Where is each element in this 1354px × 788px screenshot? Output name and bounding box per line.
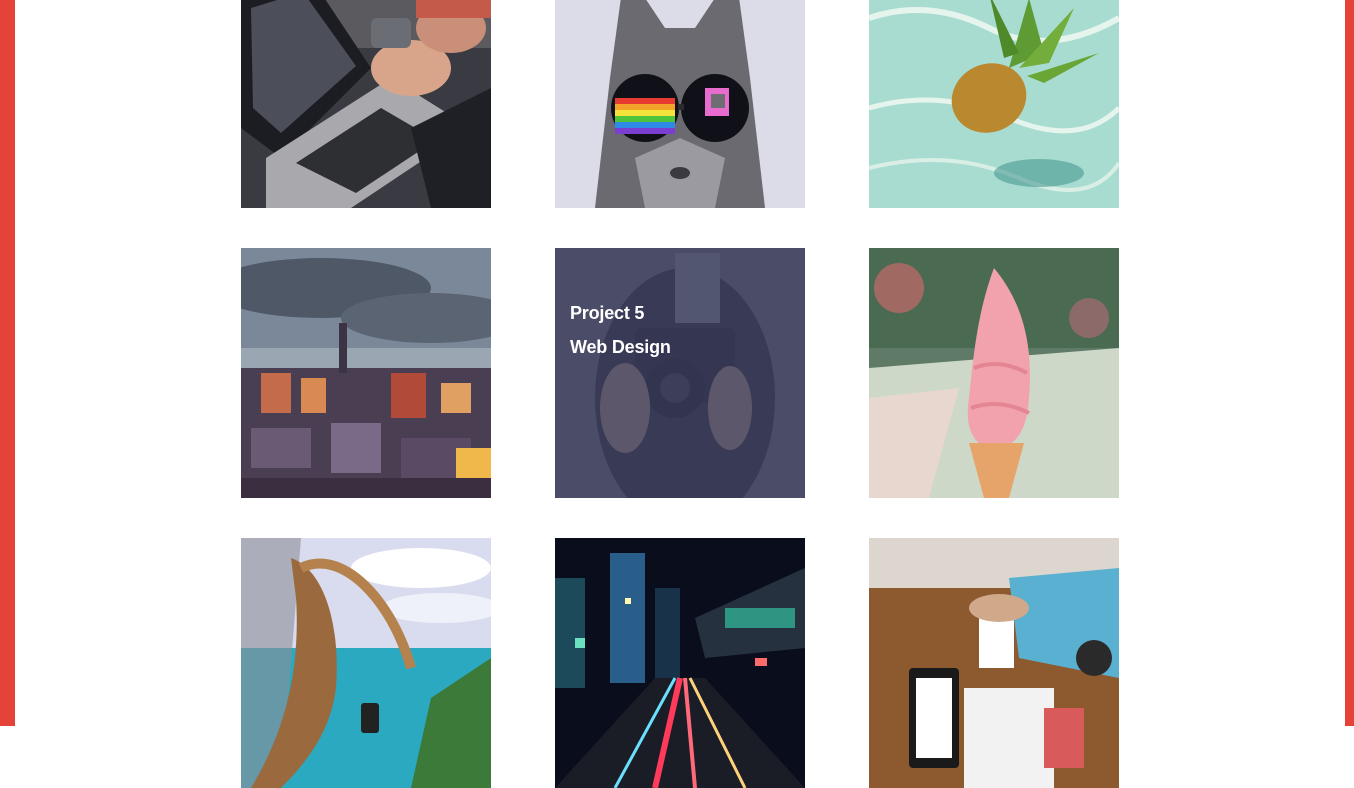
portfolio-item-7[interactable] [241, 538, 491, 788]
laptop-photo [241, 0, 491, 208]
portfolio-grid: Project 5 Web Design [241, 0, 1119, 788]
ice-cream-photo [869, 248, 1119, 498]
night-street-photo [555, 538, 805, 788]
hover-overlay [555, 248, 805, 498]
left-frame-border [0, 0, 15, 726]
project-title: Project 5 [570, 303, 645, 323]
desk-photo [869, 538, 1119, 788]
portfolio-item-8[interactable] [555, 538, 805, 788]
city-skyline-photo [241, 248, 491, 498]
portfolio-item-1[interactable] [241, 0, 491, 208]
project-category: Web Design [570, 337, 671, 357]
girl-by-sea-photo [241, 538, 491, 788]
portfolio-item-2[interactable] [555, 0, 805, 208]
portfolio-item-6[interactable] [869, 248, 1119, 498]
pineapple-photo [869, 0, 1119, 208]
cat-photo [555, 0, 805, 208]
right-frame-border [1345, 0, 1354, 726]
portfolio-item-5[interactable]: Project 5 Web Design [555, 248, 805, 498]
portfolio-item-4[interactable] [241, 248, 491, 498]
portfolio-item-9[interactable] [869, 538, 1119, 788]
portfolio-item-3[interactable] [869, 0, 1119, 208]
